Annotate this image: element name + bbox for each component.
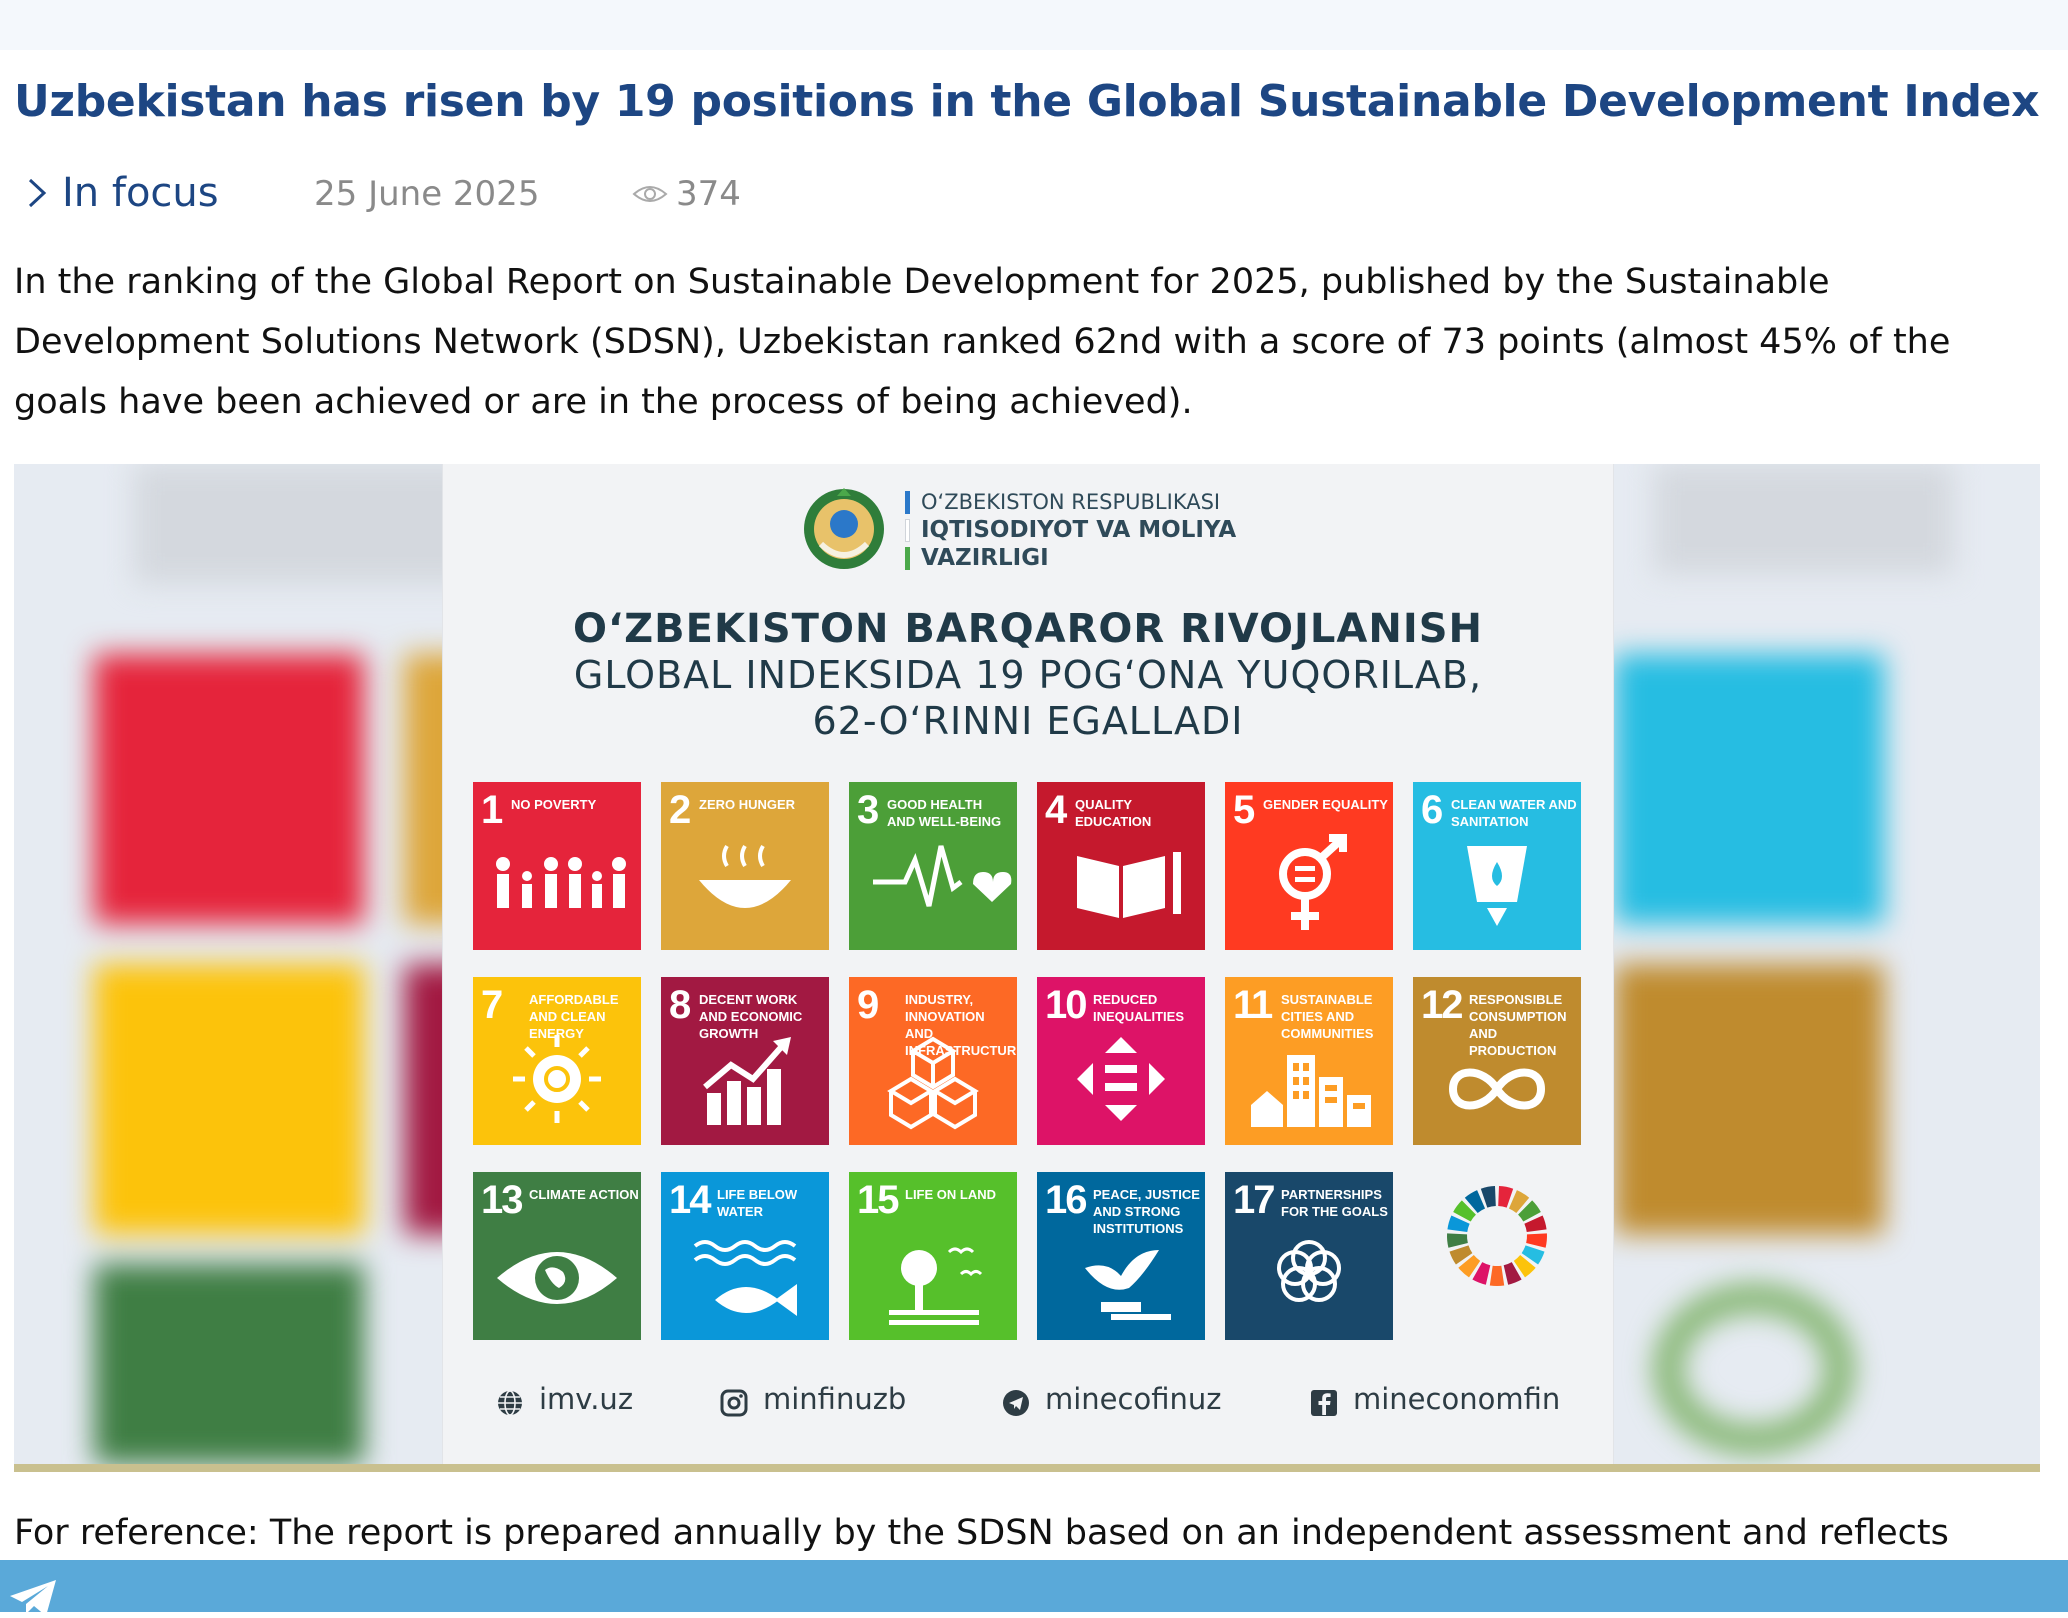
instagram-icon [720, 1389, 748, 1417]
sdg-tile-1: 1 No poverty [473, 782, 641, 950]
sdg-wheel-segment [1447, 1233, 1468, 1248]
telegram-icon [1003, 1390, 1029, 1416]
sdg-label: Gender equality [1263, 797, 1388, 812]
social-website-text: imv.uz [539, 1382, 634, 1416]
sdg-tile-4: 4 Quality education [1037, 782, 1205, 950]
sdg-wheel-logo [1413, 1172, 1581, 1340]
fish-wave-icon [693, 1240, 797, 1316]
globe-icon [498, 1390, 522, 1416]
bowl-icon [699, 844, 791, 908]
sdg-grid: 1 No poverty 2 Zero hunger 3 Good health… [473, 782, 1583, 1340]
partnership-rings-icon [1277, 1240, 1341, 1302]
sun-power-icon [513, 1035, 601, 1123]
heartbeat-icon [873, 845, 1012, 907]
sdg-label: Zero hunger [699, 797, 796, 812]
sdg-label: Partnerships for the goals [1281, 1187, 1388, 1219]
sdg-tile-5: 5 Gender equality [1225, 782, 1393, 950]
poster-headline: O‘ZBEKISTON BARQAROR RIVOJLANISH GLOBAL … [443, 606, 1613, 744]
cubes-icon [887, 1036, 979, 1130]
telegram-plane-icon [10, 1580, 56, 1616]
sdg-label: No poverty [511, 797, 597, 812]
poster-headline-line-2: GLOBAL INDEKSIDA 19 POG‘ONA YUQORILAB, [573, 653, 1483, 697]
poster-headline-line-3: 62-O‘RINNI EGALLADI [812, 699, 1244, 743]
poster-socials: imv.uz minfinuzb minecofinuz mineconomfi… [443, 1374, 1613, 1434]
view-count: 374 [676, 174, 741, 214]
reference-note: For reference: The report is prepared an… [14, 1513, 1949, 1553]
sdg-label: Quality education [1075, 797, 1152, 829]
sdg-label: Life below water [717, 1187, 798, 1219]
sdg-tile-9: 9 Industry, innovation and infrastructur… [849, 977, 1017, 1145]
ministry-line-1: O‘ZBEKISTON RESPUBLIKASI [905, 488, 1236, 516]
sdg-tile-6: 6 Clean water and sanitation [1413, 782, 1581, 950]
eye-globe-icon [497, 1252, 617, 1304]
facebook-icon [1311, 1390, 1337, 1416]
sdg-tile-12: 12 Responsible consumption and productio… [1413, 977, 1581, 1145]
telegram-share-bar[interactable] [0, 1560, 2068, 1616]
sdg-tile-15: 15 Life on land [849, 1172, 1017, 1340]
article-meta: In focus 25 June 2025 374 [14, 166, 1014, 222]
image-bottom-rule [14, 1464, 2040, 1472]
poster-headline-line-1: O‘ZBEKISTON BARQAROR RIVOJLANISH [572, 606, 1484, 652]
gender-icon [1279, 834, 1347, 930]
sdg-label: Life on land [905, 1187, 996, 1202]
sdg-tile-11: 11 Sustainable cities and communities [1225, 977, 1393, 1145]
water-glass-icon [1467, 846, 1527, 926]
tree-birds-icon [889, 1247, 983, 1325]
sdg-tile-7: 7 Affordable and clean energy [473, 977, 641, 1145]
category-link[interactable]: In focus [62, 170, 219, 216]
top-strip [0, 0, 2068, 50]
family-icon [496, 857, 626, 908]
sdg-tile-16: 16 Peace, justice and strong institution… [1037, 1172, 1205, 1340]
ministry-line-2: IQTISODIYOT VA MOLIYA [905, 516, 1236, 544]
book-icon [1077, 852, 1181, 918]
social-facebook-text: mineconomfin [1353, 1382, 1561, 1416]
equality-arrows-icon [1077, 1037, 1165, 1121]
article-image: O‘ZBEKISTON RESPUBLIKASI IQTISODIYOT VA … [14, 464, 2040, 1464]
sdg-wheel-segment [1526, 1233, 1547, 1248]
sdg-label: Good health and well-being [887, 797, 1002, 829]
state-emblem-icon [804, 488, 884, 569]
sdg-label: Reduced inequalities [1093, 992, 1185, 1024]
eye-icon [632, 186, 668, 202]
sdg-label: Clean water and sanitation [1451, 797, 1577, 829]
ministry-line-3: VAZIRLIGI [905, 544, 1236, 572]
sdg-tile-14: 14 Life below water [661, 1172, 829, 1340]
sdg-wheel-segment [1489, 1265, 1505, 1287]
publish-date: 25 June 2025 [314, 174, 540, 214]
sdg-tile-17: 17 Partnerships for the goals [1225, 1172, 1393, 1340]
sdg-tile-8: 8 Decent work and economic growth [661, 977, 829, 1145]
sdg-tile-3: 3 Good health and well-being [849, 782, 1017, 950]
infinity-icon [1448, 1068, 1546, 1110]
city-buildings-icon [1251, 1055, 1371, 1127]
sdg-poster: O‘ZBEKISTON RESPUBLIKASI IQTISODIYOT VA … [442, 464, 1614, 1464]
ministry-name: O‘ZBEKISTON RESPUBLIKASI IQTISODIYOT VA … [905, 488, 1236, 572]
article-title: Uzbekistan has risen by 19 positions in … [14, 76, 2040, 127]
growth-chart-icon [703, 1037, 791, 1125]
sdg-tile-13: 13 Climate action [473, 1172, 641, 1340]
social-instagram-text: minfinuzb [763, 1382, 907, 1416]
sdg-label: Climate action [529, 1187, 639, 1202]
sdg-tile-2: 2 Zero hunger [661, 782, 829, 950]
social-telegram-text: minecofinuz [1045, 1382, 1222, 1416]
dove-gavel-icon [1085, 1250, 1171, 1320]
sdg-tile-10: 10 Reduced inequalities [1037, 977, 1205, 1145]
article-lead: In the ranking of the Global Report on S… [14, 262, 1951, 422]
sdg-wheel-icon [1447, 1186, 1547, 1287]
chevron-right-icon [28, 178, 47, 208]
